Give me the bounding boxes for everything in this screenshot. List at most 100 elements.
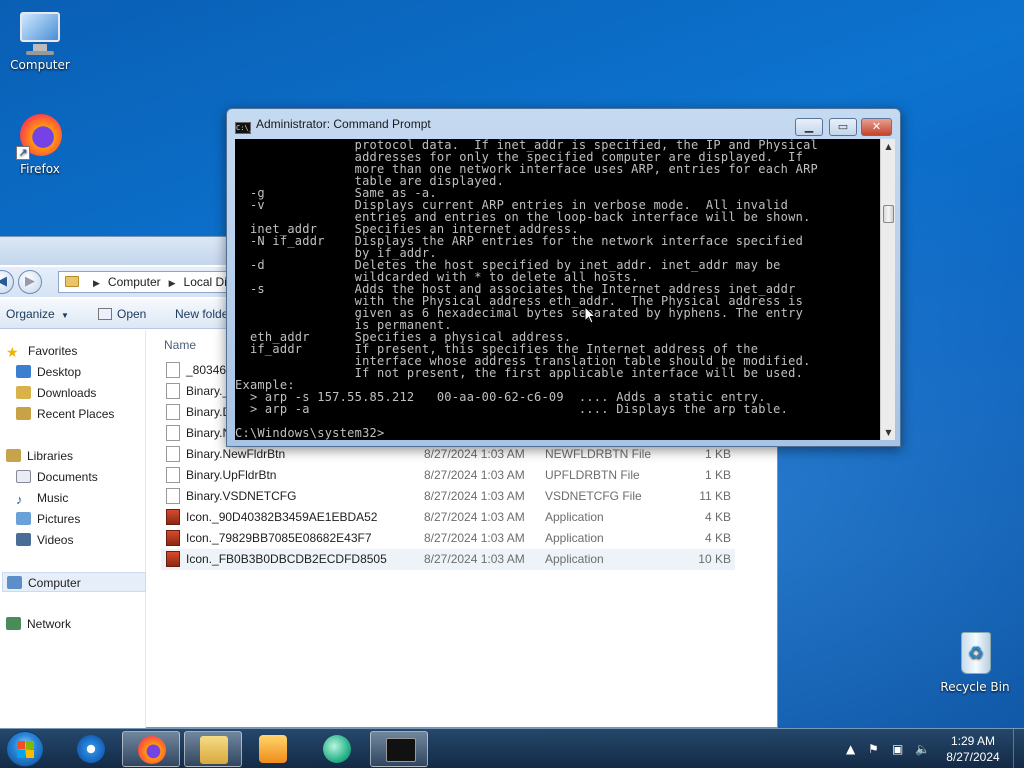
vertical-scrollbar[interactable]: ▲ ▼ bbox=[880, 139, 895, 440]
desktop-icon-firefox[interactable]: ↗ Firefox bbox=[0, 112, 80, 176]
file-row[interactable]: Icon._FB0B3B0DBCDB2ECDFD8505 8/27/2024 1:… bbox=[161, 549, 735, 570]
file-name: Icon._79829BB7085E08682E43F7 bbox=[186, 531, 372, 545]
documents-icon bbox=[16, 470, 31, 483]
command-prompt-window[interactable]: C:\_ Administrator: Command Prompt ▁ ▭ ✕ … bbox=[226, 108, 901, 447]
file-name: Binary.NewFldrBtn bbox=[186, 447, 286, 461]
file-row[interactable]: Icon._90D40382B3459AE1EBDA52 8/27/2024 1:… bbox=[161, 507, 735, 528]
file-icon bbox=[166, 383, 180, 399]
forward-button[interactable]: ▶ bbox=[18, 270, 42, 294]
file-date: 8/27/2024 1:03 AM bbox=[424, 489, 525, 503]
nav-item-desktop[interactable]: Desktop bbox=[16, 362, 160, 382]
scroll-down-icon[interactable]: ▼ bbox=[881, 425, 896, 440]
file-type: NEWFLDRBTN File bbox=[545, 447, 652, 461]
taskbar-media-player[interactable] bbox=[244, 731, 302, 767]
taskbar-firefox[interactable] bbox=[122, 731, 180, 767]
folder-icon bbox=[200, 736, 228, 764]
maximize-button[interactable]: ▭ bbox=[829, 118, 857, 136]
file-name-cell: Icon._79829BB7085E08682E43F7 bbox=[166, 528, 372, 549]
app-green-icon bbox=[323, 735, 351, 763]
file-row[interactable]: Binary.NewFldrBtn 8/27/2024 1:03 AM NEWFLD… bbox=[161, 444, 735, 465]
file-date: 8/27/2024 1:03 AM bbox=[424, 552, 525, 566]
show-hidden-icons[interactable]: ▲ bbox=[846, 742, 855, 756]
music-icon: ♪ bbox=[16, 492, 23, 507]
open-icon bbox=[98, 308, 112, 320]
nav-item-music[interactable]: ♪ Music bbox=[16, 488, 160, 508]
taskbar-command-prompt[interactable] bbox=[370, 731, 428, 767]
file-size: 1 KB bbox=[704, 468, 731, 482]
clock[interactable]: 1:29 AM 8/27/2024 bbox=[938, 733, 1008, 765]
network-icon[interactable]: ▣ bbox=[892, 742, 903, 756]
nav-label: Videos bbox=[37, 533, 74, 547]
taskbar-app-green[interactable] bbox=[308, 731, 366, 767]
file-date: 8/27/2024 1:03 AM bbox=[424, 531, 525, 545]
nav-favorites[interactable]: ★ Favorites bbox=[6, 341, 150, 361]
cmd-titlebar[interactable]: C:\_ Administrator: Command Prompt bbox=[235, 117, 431, 135]
nav-item-recent-places[interactable]: Recent Places bbox=[16, 404, 160, 424]
breadcrumb-computer[interactable]: Computer bbox=[108, 275, 161, 289]
nav-network[interactable]: Network bbox=[6, 614, 150, 634]
file-date: 8/27/2024 1:03 AM bbox=[424, 447, 525, 461]
nav-item-downloads[interactable]: Downloads bbox=[16, 383, 160, 403]
scroll-thumb[interactable] bbox=[883, 205, 894, 223]
organize-button[interactable]: Organize ▼ bbox=[6, 307, 69, 321]
folder-icon bbox=[65, 276, 79, 287]
desktop-icon-label: Recycle Bin bbox=[940, 680, 1010, 694]
nav-item-videos[interactable]: Videos bbox=[16, 530, 160, 550]
taskbar-internet-explorer[interactable] bbox=[62, 731, 120, 767]
firefox-icon: ↗ bbox=[16, 112, 64, 160]
new-folder-button[interactable]: New folder bbox=[175, 307, 232, 321]
file-type: Application bbox=[545, 552, 604, 566]
file-type: Application bbox=[545, 510, 604, 524]
console-text: protocol data. If inet_addr is specified… bbox=[235, 139, 818, 439]
recent-places-icon bbox=[16, 407, 31, 420]
nav-item-pictures[interactable]: Pictures bbox=[16, 509, 160, 529]
file-name-cell: Binary.D bbox=[166, 402, 231, 423]
file-name-cell: Icon._90D40382B3459AE1EBDA52 bbox=[166, 507, 377, 528]
file-icon bbox=[166, 404, 180, 420]
file-size: 4 KB bbox=[704, 531, 731, 545]
action-center-flag-icon[interactable]: ⚑ bbox=[868, 742, 879, 756]
file-size: 4 KB bbox=[704, 510, 731, 524]
file-name-cell: Binary.NewFldrBtn bbox=[166, 444, 285, 465]
file-name: Icon._FB0B3B0DBCDB2ECDFD8505 bbox=[186, 552, 387, 566]
file-row[interactable]: Binary.VSDNETCFG 8/27/2024 1:03 AM VSDNETC… bbox=[161, 486, 735, 507]
nav-label: Computer bbox=[28, 576, 81, 590]
back-button[interactable]: ◀ bbox=[0, 270, 14, 294]
nav-item-documents[interactable]: Documents bbox=[16, 467, 160, 487]
nav-label: Favorites bbox=[28, 344, 78, 358]
close-button[interactable]: ✕ bbox=[861, 118, 892, 136]
desktop-icon-label: Computer bbox=[10, 58, 70, 72]
nav-libraries[interactable]: Libraries bbox=[6, 446, 150, 466]
file-icon bbox=[166, 362, 180, 378]
file-name: Binary.UpFldrBtn bbox=[186, 468, 277, 482]
libraries-icon bbox=[6, 449, 21, 462]
scroll-up-icon[interactable]: ▲ bbox=[881, 139, 896, 154]
application-icon bbox=[166, 509, 180, 525]
open-button[interactable]: Open bbox=[98, 307, 146, 321]
minimize-button[interactable]: ▁ bbox=[795, 118, 823, 136]
volume-muted-icon[interactable]: 🔈 bbox=[915, 742, 930, 756]
file-name: Binary._ bbox=[186, 384, 230, 398]
desktop-icon-computer[interactable]: Computer bbox=[0, 8, 80, 72]
nav-label: Libraries bbox=[27, 449, 74, 463]
command-prompt-icon bbox=[386, 738, 416, 762]
file-row[interactable]: Binary.UpFldrBtn 8/27/2024 1:03 AM UPFLDRB… bbox=[161, 465, 735, 486]
file-type: UPFLDRBTN File bbox=[545, 468, 640, 482]
nav-computer[interactable]: Computer bbox=[2, 572, 146, 592]
console-output[interactable]: protocol data. If inet_addr is specified… bbox=[235, 139, 880, 440]
desktop-icon-recycle-bin[interactable]: Recycle Bin bbox=[935, 630, 1015, 694]
nav-label: Desktop bbox=[37, 365, 82, 379]
file-row[interactable]: Icon._79829BB7085E08682E43F7 8/27/2024 1:… bbox=[161, 528, 735, 549]
open-label: Open bbox=[117, 307, 147, 321]
console-line: If not present, the first applicable int… bbox=[235, 366, 804, 380]
file-size: 1 KB bbox=[704, 447, 731, 461]
show-desktop-button[interactable] bbox=[1013, 729, 1024, 768]
start-button[interactable] bbox=[6, 731, 44, 767]
taskbar-file-explorer[interactable] bbox=[184, 731, 242, 767]
file-icon bbox=[166, 467, 180, 483]
console-icon: C:\_ bbox=[235, 122, 253, 134]
network-icon bbox=[6, 617, 21, 630]
application-icon bbox=[166, 551, 180, 567]
column-header-name[interactable]: Name bbox=[164, 338, 196, 352]
star-icon: ★ bbox=[6, 344, 19, 360]
